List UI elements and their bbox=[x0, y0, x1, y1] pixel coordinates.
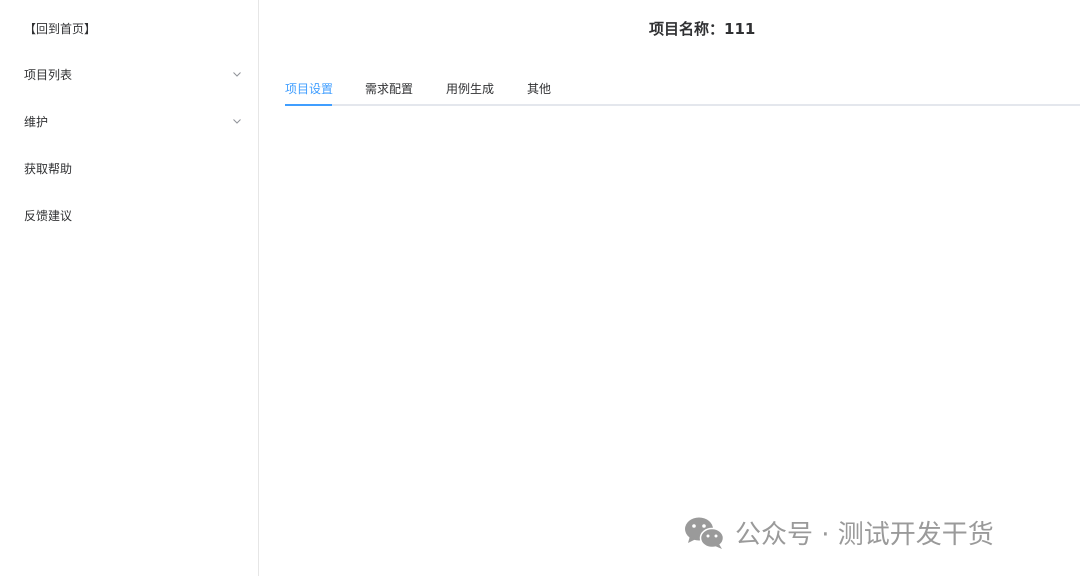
sidebar-item-project-list[interactable]: 项目列表 bbox=[24, 62, 242, 86]
sidebar: 【回到首页】 项目列表 维护 获取帮助 反馈建议 bbox=[0, 0, 259, 576]
watermark-text: 公众号 · 测试开发干货 bbox=[735, 519, 994, 550]
home-link-label: 【回到首页】 bbox=[24, 21, 97, 36]
active-tab-indicator bbox=[285, 104, 332, 106]
tab-label: 用例生成 bbox=[446, 82, 495, 96]
app-root: 【回到首页】 项目列表 维护 获取帮助 反馈建议 项目名称：111 项目设置 需… bbox=[0, 0, 1080, 576]
header: 项目名称：111 bbox=[259, 18, 1080, 44]
page-title: 项目名称：111 bbox=[649, 20, 756, 38]
tab-case-generation[interactable]: 用例生成 bbox=[446, 80, 494, 97]
sidebar-item-label: 维护 bbox=[24, 114, 49, 129]
chevron-down-icon bbox=[232, 116, 242, 126]
sidebar-item-maintenance[interactable]: 维护 bbox=[24, 109, 242, 133]
tab-label: 需求配置 bbox=[365, 82, 414, 96]
wechat-logo-icon bbox=[683, 514, 727, 550]
sidebar-item-label: 反馈建议 bbox=[24, 208, 73, 223]
watermark: 公众号 · 测试开发干货 bbox=[683, 512, 994, 552]
chevron-down-icon bbox=[232, 69, 242, 79]
main-content: 项目名称：111 项目设置 需求配置 用例生成 其他 bbox=[259, 0, 1080, 576]
tab-bar: 项目设置 需求配置 用例生成 其他 bbox=[285, 76, 1080, 106]
home-link[interactable]: 【回到首页】 bbox=[24, 16, 242, 40]
tab-project-settings[interactable]: 项目设置 bbox=[285, 80, 333, 97]
sidebar-item-label: 获取帮助 bbox=[24, 161, 73, 176]
tab-requirements-config[interactable]: 需求配置 bbox=[365, 80, 413, 97]
sidebar-item-feedback[interactable]: 反馈建议 bbox=[24, 203, 242, 227]
sidebar-item-get-help[interactable]: 获取帮助 bbox=[24, 156, 242, 180]
tab-label: 其他 bbox=[527, 82, 552, 96]
tab-other[interactable]: 其他 bbox=[527, 80, 551, 97]
sidebar-item-label: 项目列表 bbox=[24, 67, 73, 82]
tab-label: 项目设置 bbox=[285, 82, 334, 96]
